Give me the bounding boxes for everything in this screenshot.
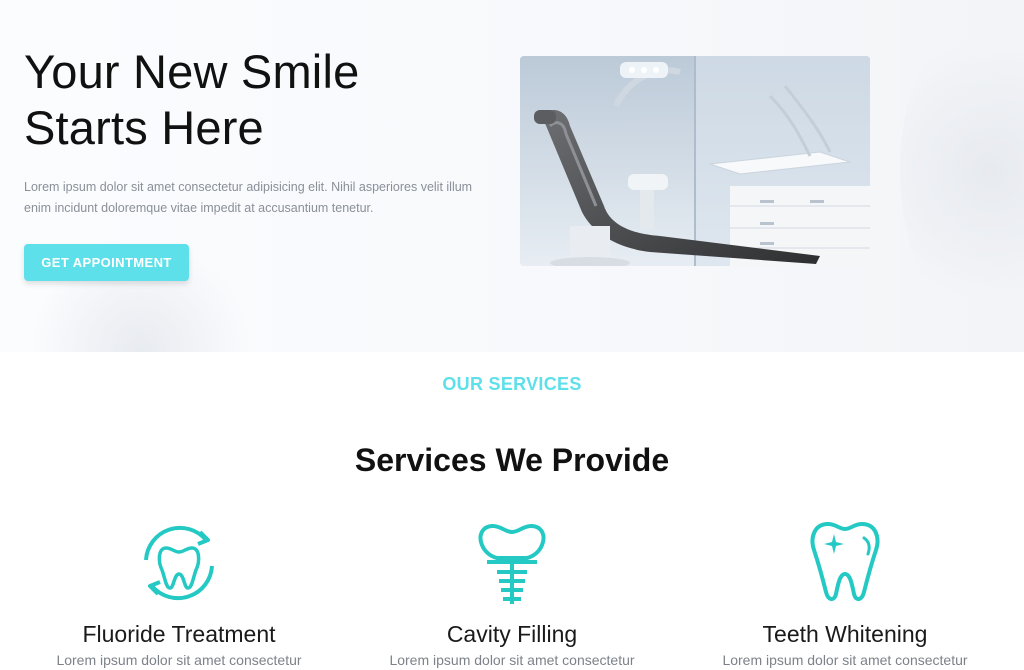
hero-description-line: Lorem ipsum dolor sit amet consectetur a…: [24, 180, 473, 194]
service-description: Lorem ipsum dolor sit amet consectetur: [56, 652, 302, 668]
hero-background-shape: [900, 10, 1024, 330]
service-name: Cavity Filling: [446, 621, 578, 647]
hero-title-line: Starts Here: [24, 101, 264, 154]
get-appointment-button[interactable]: GET APPOINTMENT: [24, 244, 189, 281]
services-title: Services We Provide: [354, 442, 670, 478]
hero-section: Your New Smile Starts Here Lorem ipsum d…: [0, 0, 1024, 352]
service-description: Lorem ipsum dolor sit amet consectetur: [722, 652, 968, 668]
sparkling-tooth-icon: [810, 522, 880, 601]
dental-implant-icon: [478, 524, 546, 604]
service-card-fluoride-treatment: Fluoride Treatment Lorem ipsum dolor sit…: [29, 518, 329, 670]
hero-description: Lorem ipsum dolor sit amet consectetur a…: [24, 177, 504, 219]
hero-title-line: Your New Smile: [24, 45, 360, 98]
services-kicker: OUR SERVICES: [442, 374, 582, 394]
tooth-refresh-icon: [144, 525, 214, 601]
dental-clinic-chair-photo: [520, 56, 870, 266]
service-name: Fluoride Treatment: [82, 621, 276, 647]
dental-clinic-chair-image: [520, 56, 870, 266]
hero-title: Your New Smile Starts Here: [24, 44, 504, 156]
service-description: Lorem ipsum dolor sit amet consectetur: [389, 652, 635, 668]
service-card-cavity-filling: Cavity Filling Lorem ipsum dolor sit ame…: [362, 518, 662, 670]
hero-description-line: enim incidunt doloremque vitae impedit a…: [24, 201, 374, 215]
service-card-teeth-whitening: Teeth Whitening Lorem ipsum dolor sit am…: [695, 518, 995, 670]
service-name: Teeth Whitening: [762, 621, 928, 647]
